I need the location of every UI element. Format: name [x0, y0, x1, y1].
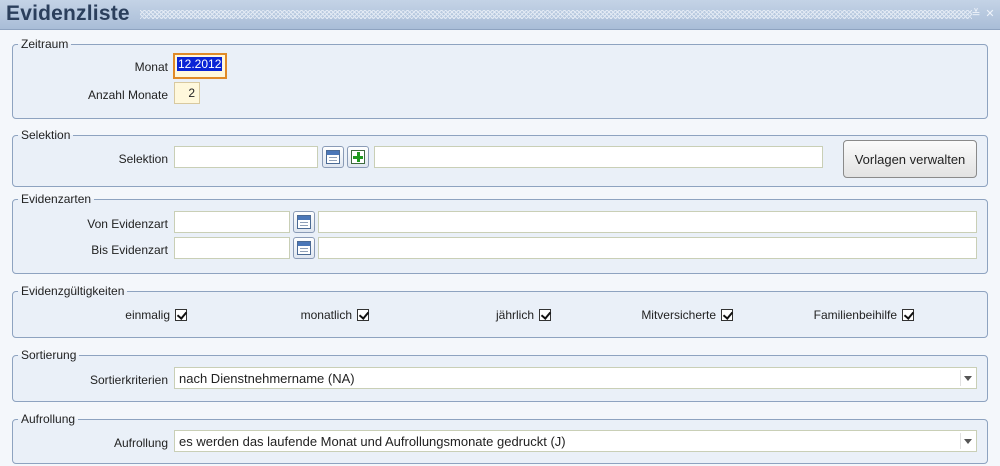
sortierkriterien-label: Sortierkriterien: [89, 373, 168, 387]
sortierung-legend: Sortierung: [21, 348, 77, 362]
evidenzarten-group: Evidenzarten: [12, 192, 988, 274]
bis-evidenzart-lookup-button[interactable]: [293, 237, 315, 259]
calendar-lookup-icon: [326, 150, 340, 164]
anzahl-monate-field[interactable]: 2: [174, 82, 200, 104]
von-evidenzart-label: Von Evidenzart: [87, 217, 168, 231]
vorlagen-verwalten-button[interactable]: Vorlagen verwalten: [843, 140, 977, 178]
von-evidenzart-description-field[interactable]: [318, 211, 977, 233]
monat-value: 12.2012: [177, 57, 223, 71]
monatlich-checkbox[interactable]: [357, 309, 369, 321]
sortierkriterien-selected: nach Dienstnehmername (NA): [179, 371, 355, 386]
familienbeihilfe-label: Familienbeihilfe: [813, 308, 897, 322]
evidenzarten-legend: Evidenzarten: [21, 192, 92, 206]
selektion-description-field[interactable]: [374, 146, 823, 168]
einmalig-label: einmalig: [125, 308, 170, 322]
dropdown-arrow-icon[interactable]: [960, 370, 974, 386]
selektion-lookup-button[interactable]: [322, 146, 344, 168]
jaehrlich-checkbox[interactable]: [539, 309, 551, 321]
sortierkriterien-select[interactable]: nach Dienstnehmername (NA): [174, 367, 977, 389]
calendar-lookup-icon: [297, 241, 311, 255]
monat-field[interactable]: 12.2012: [173, 53, 227, 79]
dropdown-arrow-icon[interactable]: [960, 433, 974, 449]
selektion-field[interactable]: [174, 146, 318, 168]
monat-label: Monat: [134, 60, 168, 74]
minimize-icon[interactable]: ≚: [970, 8, 982, 20]
add-icon: [351, 150, 365, 164]
selektion-add-button[interactable]: [347, 146, 369, 168]
selektion-label: Selektion: [118, 152, 168, 166]
bis-evidenzart-field[interactable]: [174, 237, 290, 259]
window-title: Evidenzliste: [6, 2, 130, 25]
mitversicherte-checkbox[interactable]: [721, 309, 733, 321]
zeitraum-group: Zeitraum: [12, 37, 988, 119]
aufrollung-select[interactable]: es werden das laufende Monat und Aufroll…: [174, 430, 977, 452]
einmalig-checkbox[interactable]: [175, 309, 187, 321]
familienbeihilfe-checkbox[interactable]: [902, 309, 914, 321]
evidenzgueltigkeiten-legend: Evidenzgültigkeiten: [21, 284, 125, 298]
von-evidenzart-lookup-button[interactable]: [293, 211, 315, 233]
selektion-legend: Selektion: [21, 128, 71, 142]
title-bar-pattern: [140, 10, 972, 19]
aufrollung-label: Aufrollung: [113, 436, 168, 450]
title-bar: Evidenzliste ≚ ✕: [0, 0, 1000, 30]
zeitraum-legend: Zeitraum: [21, 37, 69, 51]
von-evidenzart-field[interactable]: [174, 211, 290, 233]
calendar-lookup-icon: [297, 215, 311, 229]
close-icon[interactable]: ✕: [984, 8, 996, 20]
bis-evidenzart-description-field[interactable]: [318, 237, 977, 259]
jaehrlich-label: jährlich: [495, 308, 534, 322]
bis-evidenzart-label: Bis Evidenzart: [91, 243, 168, 257]
anzahl-monate-label: Anzahl Monate: [87, 88, 168, 102]
monatlich-label: monatlich: [300, 308, 352, 322]
aufrollung-selected: es werden das laufende Monat und Aufroll…: [179, 434, 566, 449]
mitversicherte-label: Mitversicherte: [641, 308, 716, 322]
aufrollung-legend: Aufrollung: [21, 412, 76, 426]
